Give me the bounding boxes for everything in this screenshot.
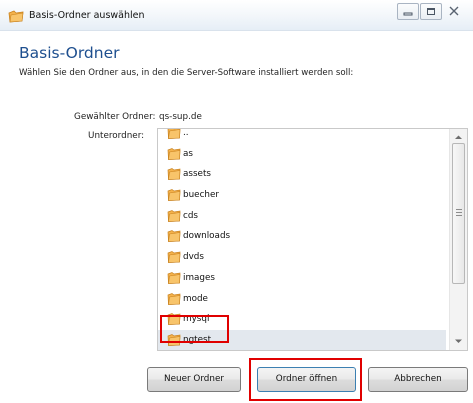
page-title: Basis-Ordner bbox=[19, 44, 120, 62]
folder-icon bbox=[167, 168, 181, 181]
folder-icon bbox=[167, 209, 181, 222]
chevron-up-icon bbox=[455, 135, 462, 139]
minimize-button[interactable] bbox=[397, 3, 419, 20]
folder-icon bbox=[167, 189, 181, 201]
folder-name: assets bbox=[183, 169, 212, 180]
scroll-down-button[interactable] bbox=[450, 333, 467, 350]
selected-folder-label: Gewählter Ordner: bbox=[74, 112, 156, 122]
list-item[interactable]: mode bbox=[158, 289, 446, 310]
close-icon bbox=[449, 6, 459, 16]
folder-name: .. bbox=[183, 128, 189, 138]
title-bar[interactable]: Basis-Ordner auswählen bbox=[0, 0, 473, 31]
folder-name: dvds bbox=[183, 252, 204, 263]
cancel-button[interactable]: Abbrechen bbox=[368, 367, 468, 392]
list-item[interactable]: dvds bbox=[158, 247, 446, 268]
list-item[interactable]: downloads bbox=[158, 226, 446, 247]
folder-icon bbox=[167, 230, 181, 243]
window-controls bbox=[396, 3, 467, 21]
minimize-icon bbox=[403, 12, 413, 16]
maximize-icon bbox=[427, 8, 435, 15]
list-item[interactable]: assets bbox=[158, 164, 446, 185]
folder-name: as bbox=[183, 148, 193, 159]
folder-icon bbox=[167, 271, 181, 284]
folder-name: images bbox=[183, 272, 215, 283]
list-item[interactable]: images bbox=[158, 268, 446, 289]
new-folder-button[interactable]: Neuer Ordner bbox=[147, 367, 241, 392]
chevron-down-icon bbox=[455, 339, 462, 343]
folder-icon bbox=[8, 10, 24, 23]
list-item[interactable]: buecher bbox=[158, 185, 446, 206]
folder-name: buecher bbox=[183, 190, 220, 201]
folder-icon bbox=[167, 251, 181, 263]
vertical-scrollbar[interactable] bbox=[449, 129, 467, 350]
folder-select-dialog: Basis-Ordner auswählen Basis-Ordner Wähl… bbox=[0, 0, 473, 403]
highlight-selected-folder bbox=[160, 315, 229, 343]
instruction-text: Wählen Sie den Ordner aus, in den die Se… bbox=[19, 68, 354, 78]
folder-icon bbox=[167, 292, 181, 305]
highlight-open-button bbox=[249, 358, 362, 401]
folder-name: downloads bbox=[183, 231, 231, 242]
scroll-thumb[interactable] bbox=[452, 143, 465, 284]
list-item[interactable]: cds bbox=[158, 206, 446, 227]
folder-icon bbox=[167, 147, 181, 160]
grip-icon bbox=[456, 209, 462, 216]
window-title: Basis-Ordner auswählen bbox=[29, 10, 145, 21]
subfolders-label: Unterordner: bbox=[88, 131, 145, 141]
folder-icon bbox=[167, 129, 181, 139]
close-button[interactable] bbox=[443, 3, 467, 20]
maximize-button[interactable] bbox=[420, 3, 442, 20]
list-item[interactable]: as bbox=[158, 144, 446, 165]
list-item[interactable]: .. bbox=[158, 128, 446, 144]
selected-folder-value: qs-sup.de bbox=[159, 112, 202, 122]
folder-name: cds bbox=[183, 210, 199, 221]
folder-name: mode bbox=[183, 293, 208, 304]
